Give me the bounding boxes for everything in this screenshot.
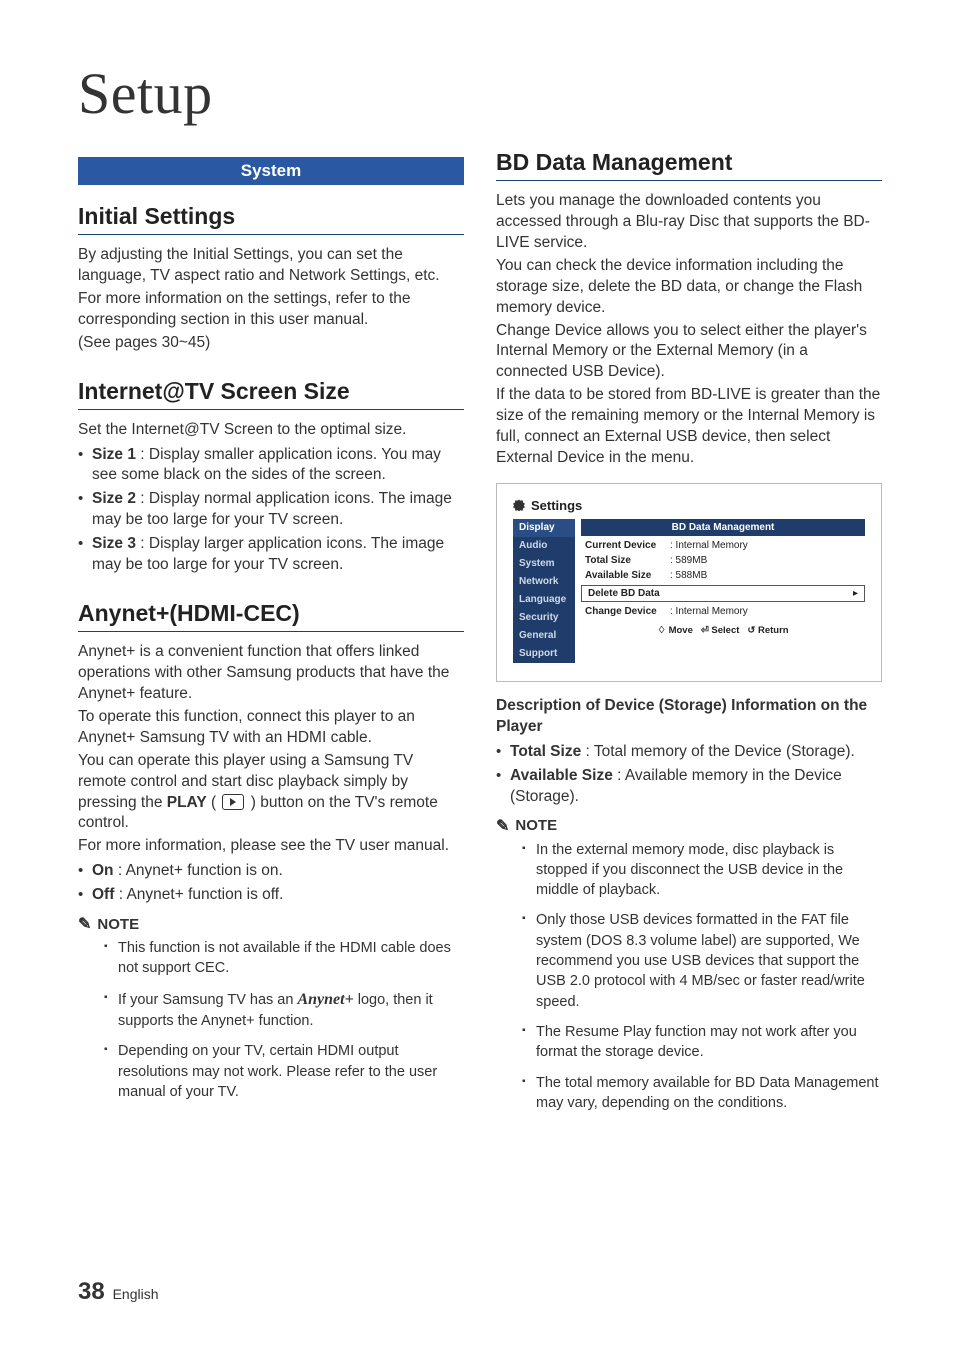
left-column: System Initial Settings By adjusting the…: [78, 147, 464, 1123]
heading-anynet: Anynet+(HDMI-CEC): [78, 600, 464, 627]
text: Set the Internet@TV Screen to the optima…: [78, 420, 464, 441]
sidebar-item[interactable]: Security: [513, 609, 575, 627]
list-item: On : Anynet+ function is on.: [78, 861, 464, 882]
footer-lang: English: [113, 1286, 159, 1302]
note-item: In the external memory mode, disc playba…: [522, 840, 882, 901]
settings-main-hd: BD Data Management: [581, 519, 865, 536]
text: You can operate this player using a Sams…: [78, 751, 464, 835]
note-item: If your Samsung TV has an Anynet+ logo, …: [104, 989, 464, 1032]
sidebar-item[interactable]: Support: [513, 645, 575, 663]
list-item: Total Size : Total memory of the Device …: [496, 742, 882, 763]
text: Anynet+ is a convenient function that of…: [78, 642, 464, 705]
text: By adjusting the Initial Settings, you c…: [78, 245, 464, 287]
sidebar-item[interactable]: Language: [513, 591, 575, 609]
settings-panel: Settings Display Audio System Network La…: [496, 483, 882, 682]
heading-internet-tv: Internet@TV Screen Size: [78, 378, 464, 405]
list-item: Size 2 : Display normal application icon…: [78, 489, 464, 531]
return-icon: ↺: [747, 625, 755, 636]
chevron-right-icon: ▸: [853, 588, 858, 599]
right-column: BD Data Management Lets you manage the d…: [496, 147, 882, 1123]
settings-row: Total Size: 589MB: [581, 553, 865, 568]
gear-icon: [513, 499, 525, 511]
note-item: The Resume Play function may not work af…: [522, 1022, 882, 1063]
play-icon: [222, 794, 244, 810]
settings-title: Settings: [513, 498, 865, 513]
note-heading: ✎ NOTE: [496, 816, 882, 836]
sidebar-item[interactable]: Network: [513, 573, 575, 591]
page-title: Setup: [78, 60, 882, 127]
desc-heading: Description of Device (Storage) Informat…: [496, 696, 882, 738]
list-item: Available Size : Available memory in the…: [496, 766, 882, 808]
sidebar-item[interactable]: General: [513, 627, 575, 645]
sidebar-item[interactable]: Display: [513, 519, 575, 537]
settings-row: Available Size: 588MB: [581, 568, 865, 583]
settings-row[interactable]: Change Device: Internal Memory: [581, 604, 865, 619]
list-item: Size 1 : Display smaller application ico…: [78, 445, 464, 487]
note-item: Only those USB devices formatted in the …: [522, 910, 882, 1011]
text: (See pages 30~45): [78, 333, 464, 354]
sidebar-item[interactable]: System: [513, 555, 575, 573]
settings-sidebar: Display Audio System Network Language Se…: [513, 519, 575, 663]
note-item: The total memory available for BD Data M…: [522, 1073, 882, 1114]
anynet-logo: Anynet+: [297, 991, 353, 1008]
note-item: Depending on your TV, certain HDMI outpu…: [104, 1041, 464, 1102]
settings-footer: ♢ Move ⏎ Select ↺ Return: [581, 619, 865, 636]
heading-bd-data: BD Data Management: [496, 149, 882, 176]
sidebar-item[interactable]: Audio: [513, 537, 575, 555]
text: You can check the device information inc…: [496, 256, 882, 319]
note-heading: ✎ NOTE: [78, 914, 464, 934]
move-icon: ♢: [657, 625, 666, 636]
text: Lets you manage the downloaded contents …: [496, 191, 882, 254]
section-band-system: System: [78, 157, 464, 185]
text: To operate this function, connect this p…: [78, 707, 464, 749]
text: For more information on the settings, re…: [78, 289, 464, 331]
settings-row: Current Device: Internal Memory: [581, 538, 865, 553]
text: If the data to be stored from BD-LIVE is…: [496, 385, 882, 469]
note-icon: ✎: [496, 816, 509, 836]
text: Change Device allows you to select eithe…: [496, 321, 882, 384]
page-footer: 38 English: [78, 1278, 159, 1306]
settings-main: BD Data Management Current Device: Inter…: [581, 519, 865, 663]
list-item: Off : Anynet+ function is off.: [78, 885, 464, 906]
settings-row-selected[interactable]: Delete BD Data ▸: [581, 585, 865, 602]
page-number: 38: [78, 1278, 105, 1305]
text: For more information, please see the TV …: [78, 836, 464, 857]
list-item: Size 3 : Display larger application icon…: [78, 534, 464, 576]
select-icon: ⏎: [701, 625, 709, 636]
note-item: This function is not available if the HD…: [104, 938, 464, 979]
note-icon: ✎: [78, 914, 91, 934]
heading-initial-settings: Initial Settings: [78, 203, 464, 230]
